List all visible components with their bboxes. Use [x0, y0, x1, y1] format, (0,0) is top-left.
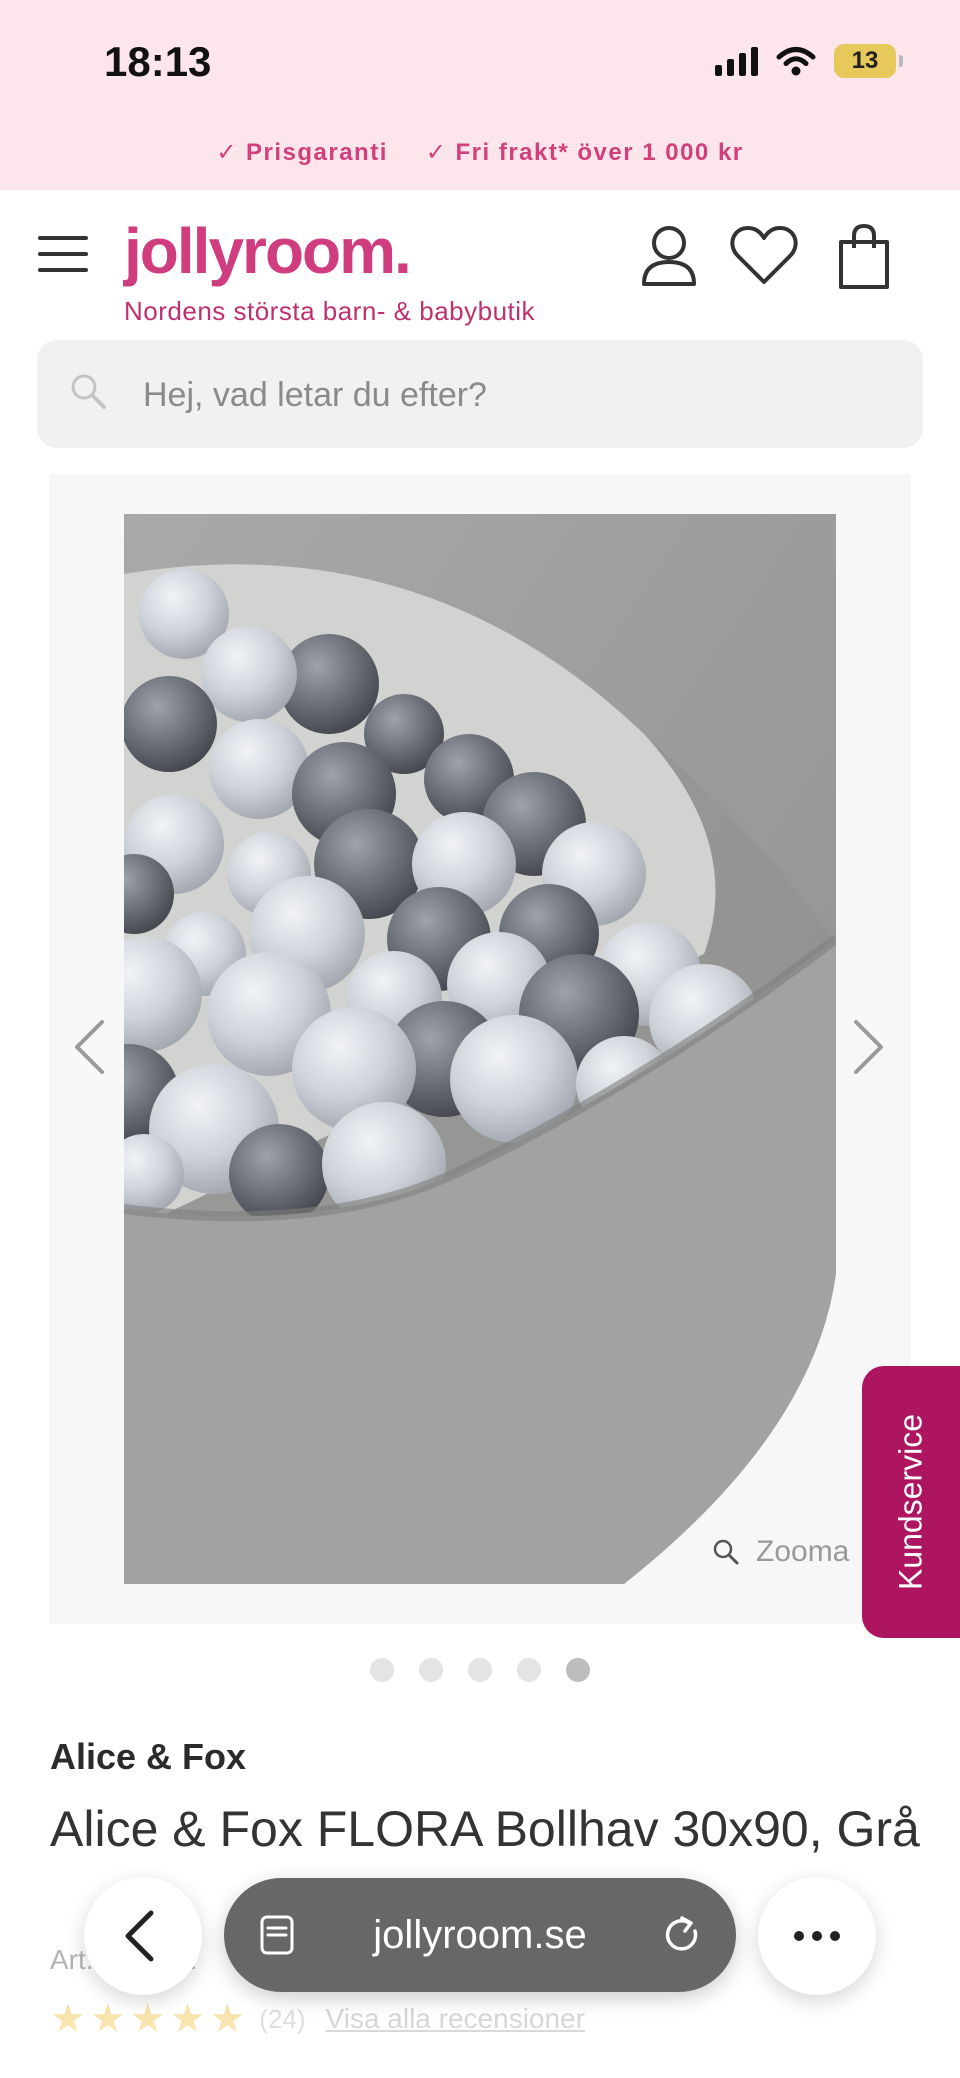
promo-item-free-shipping: ✓ Fri frakt* över 1 000 kr — [425, 139, 744, 166]
status-and-promo-band: 18:13 13 ✓ Prisgaranti ✓ Fri frakt* över 1… — [0, 0, 960, 190]
customer-service-label: Kundservice — [892, 1413, 929, 1591]
browser-back-button[interactable] — [84, 1877, 202, 1995]
chevron-right-icon[interactable] — [852, 1018, 886, 1076]
product-brand[interactable]: Alice & Fox — [50, 1736, 246, 1778]
checkmark-icon: ✓ — [425, 139, 448, 166]
promo-bar: ✓ Prisgaranti ✓ Fri frakt* över 1 000 kr — [0, 138, 960, 167]
pagination-dot[interactable] — [517, 1658, 541, 1682]
page: 18:13 13 ✓ Prisgaranti ✓ Fri frakt* över 1… — [0, 0, 960, 2078]
review-count: (24) — [259, 2003, 306, 2034]
chevron-left-icon[interactable] — [72, 1018, 106, 1076]
pagination-dot[interactable] — [419, 1658, 443, 1682]
site-tagline: Nordens största barn- & babybutik — [124, 296, 536, 326]
magnifier-icon — [713, 1539, 739, 1565]
wifi-icon — [776, 47, 816, 76]
account-icon[interactable] — [640, 224, 698, 286]
status-icons: 13 — [715, 44, 903, 78]
rating-stars: ★★★★★ — [50, 1997, 250, 2041]
more-options-icon[interactable] — [758, 1877, 876, 1995]
site-logo[interactable]: jollyroom. — [124, 214, 412, 288]
cellular-signal-icon — [715, 46, 758, 76]
address-bar[interactable]: jollyroom.se — [224, 1878, 736, 1992]
chevron-left-icon — [125, 1910, 154, 1962]
product-title: Alice & Fox FLORA Bollhav 30x90, Grå — [50, 1801, 920, 1857]
pagination-dot-active[interactable] — [566, 1658, 590, 1682]
zoom-label: Zooma — [756, 1535, 850, 1568]
product-rating: ★★★★★ (24) Visa alla recensioner — [50, 1996, 585, 2042]
pagination-dot[interactable] — [468, 1658, 492, 1682]
gallery-pagination — [0, 1658, 960, 1682]
heart-icon[interactable] — [730, 224, 798, 286]
url-text[interactable]: jollyroom.se — [224, 1878, 736, 1992]
customer-service-tab[interactable]: Kundservice — [862, 1366, 960, 1638]
promo-item-price-guarantee: ✓ Prisgaranti — [216, 139, 388, 166]
battery-indicator: 13 — [834, 44, 903, 78]
product-image[interactable] — [124, 514, 836, 1584]
status-time: 18:13 — [104, 38, 212, 85]
zoom-button[interactable]: Zooma — [712, 1535, 849, 1569]
all-reviews-link[interactable]: Visa alla recensioner — [326, 2003, 585, 2035]
search-bar[interactable] — [37, 340, 923, 448]
checkmark-icon: ✓ — [216, 139, 238, 166]
search-icon — [71, 374, 106, 409]
pagination-dot[interactable] — [370, 1658, 394, 1682]
search-input[interactable] — [143, 370, 883, 420]
reload-icon[interactable] — [662, 1914, 704, 1956]
shopping-bag-icon[interactable] — [836, 224, 892, 290]
menu-icon[interactable] — [38, 236, 88, 272]
